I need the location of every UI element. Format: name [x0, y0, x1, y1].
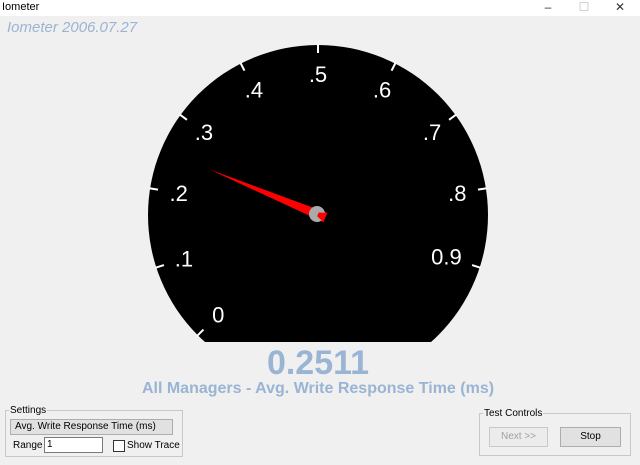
gauge-tick	[477, 187, 488, 191]
gauge-tick-label: .3	[195, 120, 213, 145]
show-trace-checkbox[interactable]	[113, 440, 125, 452]
gauge-value: 0.2511	[266, 344, 370, 382]
metric-select-button[interactable]: Avg. Write Response Time (ms)	[10, 419, 173, 435]
gauge-tick-label: .8	[448, 181, 466, 206]
stop-button[interactable]: Stop	[560, 427, 621, 447]
next-button[interactable]: Next >>	[489, 427, 548, 447]
settings-legend: Settings	[10, 405, 47, 416]
gauge-tick-label: .1	[175, 247, 193, 272]
test-controls-legend: Test Controls	[484, 408, 543, 419]
range-input[interactable]: 1	[44, 437, 103, 453]
show-trace-label: Show Trace	[127, 440, 180, 451]
range-label: Range	[13, 440, 43, 451]
gauge-tick-label: 0.9	[431, 245, 462, 270]
gauge-tick-label: .6	[373, 77, 391, 102]
gauge-tick	[148, 187, 159, 191]
gauge-tick-label: .5	[309, 62, 327, 87]
gauge-subtitle: All Managers - Avg. Write Response Time …	[141, 380, 495, 397]
gauge-tick-label: 0	[212, 303, 224, 328]
gauge-tick-label: .2	[170, 181, 188, 206]
gauge-tick-label: .7	[423, 120, 441, 145]
gauge-tick-label: .4	[245, 77, 263, 102]
